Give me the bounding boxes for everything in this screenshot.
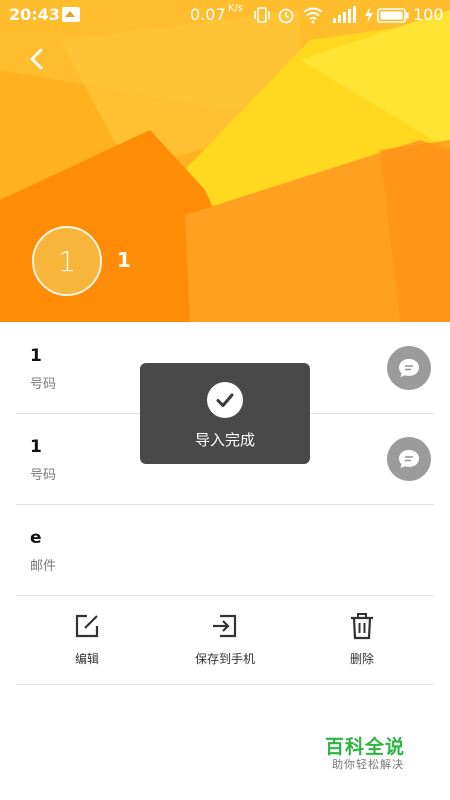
edit-button[interactable]: 编辑 [27, 612, 147, 672]
battery-icon [377, 8, 409, 27]
battery-percent: 100 [413, 5, 444, 24]
alarm-icon [277, 6, 295, 28]
message-icon [399, 450, 419, 468]
message-icon [399, 359, 419, 377]
phone-number: 1 [30, 346, 42, 366]
contact-avatar: 1 [32, 226, 102, 296]
import-icon [213, 614, 237, 638]
network-speed: 0.07 [190, 5, 226, 24]
trash-icon [351, 613, 373, 640]
divider [16, 595, 434, 596]
phone-label: 号码 [30, 377, 57, 392]
edit-label: 编辑 [74, 652, 99, 666]
email-value: e [30, 528, 42, 548]
email-row[interactable]: e 邮件 [0, 504, 450, 595]
network-speed-unit: K/s [228, 3, 244, 14]
check-icon [207, 382, 243, 418]
status-bar: 20:43 0.07 K/s 100 [0, 0, 450, 30]
back-arrow-icon [30, 48, 43, 70]
vibrate-icon [253, 6, 271, 28]
phone-label: 号码 [30, 468, 57, 483]
save-to-phone-button[interactable]: 保存到手机 [165, 612, 285, 672]
watermark-title: 百科全说 [325, 736, 406, 758]
email-label: 邮件 [30, 559, 57, 574]
message-button[interactable] [387, 346, 431, 390]
wifi-icon [302, 6, 324, 28]
import-complete-toast: 导入完成 [140, 363, 310, 464]
save-to-phone-label: 保存到手机 [194, 652, 255, 666]
delete-button[interactable]: 删除 [302, 612, 422, 672]
back-button[interactable] [22, 44, 52, 74]
toast-message: 导入完成 [194, 431, 255, 449]
watermark-subtitle: 助你轻松解决 [332, 758, 404, 771]
contact-header: 20:43 0.07 K/s 100 1 1 [0, 0, 450, 322]
phone-number: 1 [30, 437, 42, 457]
status-time: 20:43 [9, 5, 60, 24]
image-notification-icon [62, 7, 80, 22]
delete-label: 删除 [349, 652, 374, 666]
edit-icon [75, 614, 99, 638]
charging-icon [363, 6, 375, 28]
signal-icon [332, 6, 356, 28]
divider [16, 684, 434, 685]
message-button[interactable] [387, 437, 431, 481]
contact-name: 1 [117, 248, 131, 272]
